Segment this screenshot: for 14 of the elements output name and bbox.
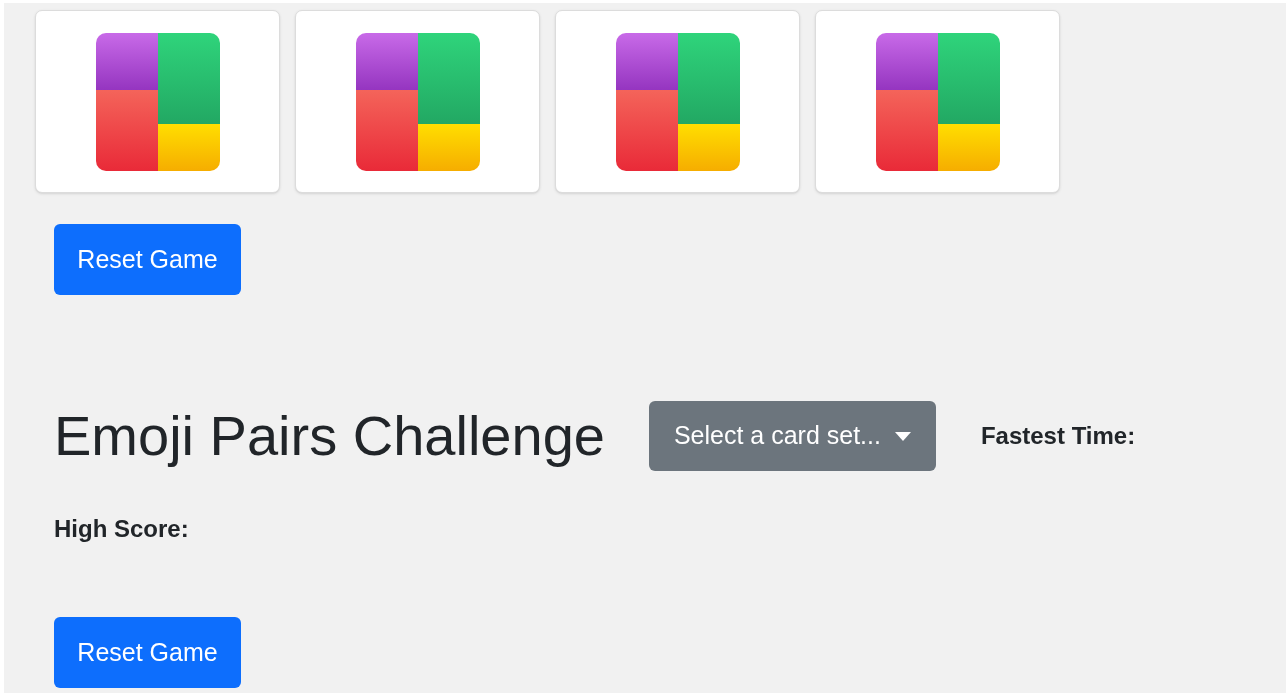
caret-down-icon <box>894 431 911 441</box>
four-color-tile-icon <box>615 32 740 171</box>
four-color-tile-icon <box>95 32 220 171</box>
card-set-dropdown[interactable]: Select a card set... <box>648 401 936 471</box>
four-color-tile-icon <box>355 32 480 171</box>
fastest-time-label: Fastest Time: <box>980 421 1136 451</box>
high-score-label: High Score: <box>54 515 189 542</box>
memory-card[interactable] <box>35 10 280 193</box>
memory-card[interactable] <box>555 10 800 193</box>
reset-game-button[interactable]: Reset Game <box>54 224 241 295</box>
four-color-tile-icon <box>875 32 1000 171</box>
memory-card[interactable] <box>295 10 540 193</box>
reset-game-button[interactable]: Reset Game <box>54 617 241 688</box>
memory-card[interactable] <box>815 10 1060 193</box>
